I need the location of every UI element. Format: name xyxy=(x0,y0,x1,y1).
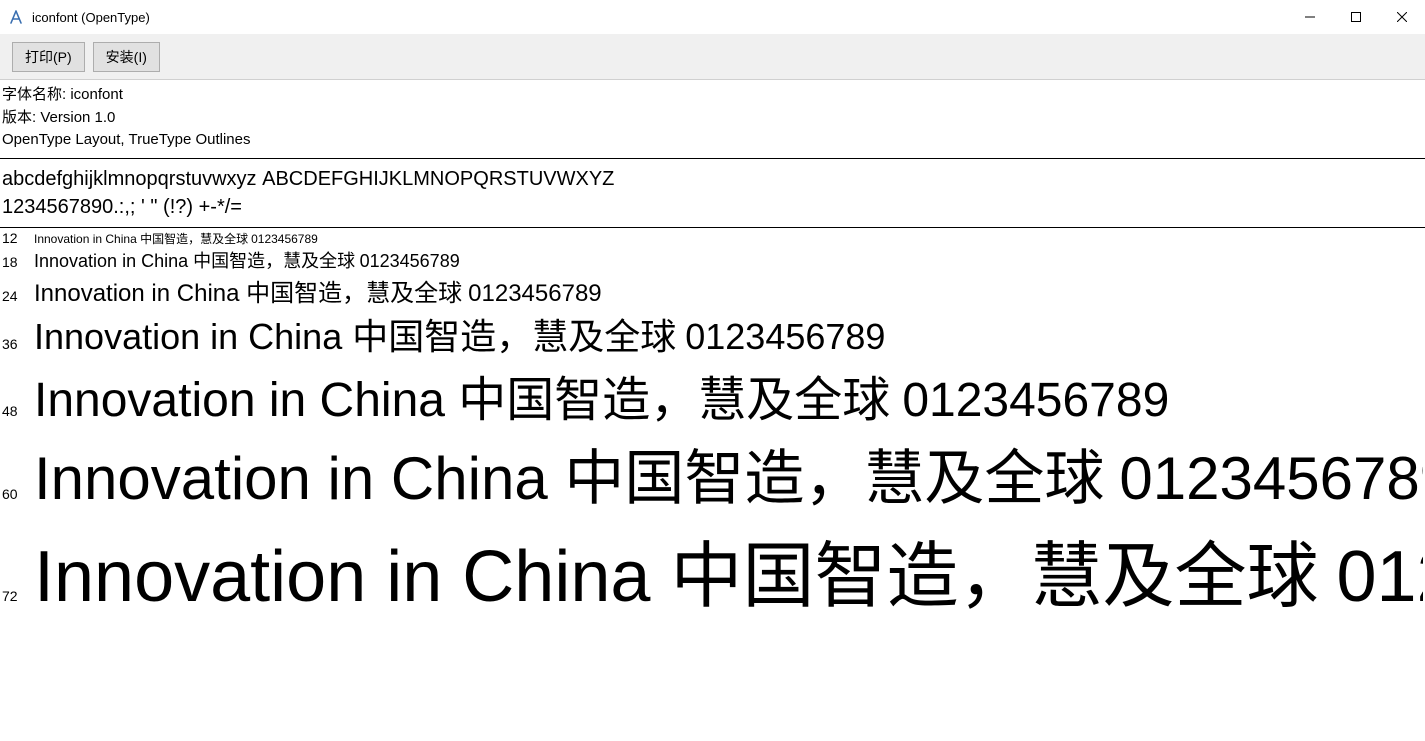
sample-cjk: 中国智造，慧及全球 xyxy=(564,446,1119,512)
sample-cjk: 中国智造，慧及全球 xyxy=(193,251,360,271)
charset-digits-symbols: 1234567890.:,; ' " (!?) +-*/= xyxy=(2,196,242,218)
sample-size-label: 72 xyxy=(2,588,34,604)
charset-uppercase: ABCDEFGHIJKLMNOPQRSTUVWXYZ xyxy=(262,168,614,190)
sample-digits: 0123456789 xyxy=(1119,445,1423,512)
sample-latin: Innovation in China xyxy=(34,374,458,427)
sample-latin: Innovation in China xyxy=(34,537,670,617)
sample-digits: 0123456789 xyxy=(902,374,1169,427)
font-name-label: 字体名称: xyxy=(2,86,66,103)
sample-cjk: 中国智造，慧及全球 xyxy=(246,281,468,307)
toolbar: 打印(P) 安装(I) xyxy=(0,34,1425,80)
sample-row: 60Innovation in China 中国智造，慧及全球 01234567… xyxy=(2,430,1423,517)
sample-text: Innovation in China 中国智造，慧及全球 0123456789 xyxy=(34,430,1423,517)
sample-digits: 0123456789 xyxy=(360,251,460,271)
sample-digits: 0123456789 xyxy=(685,316,885,357)
font-info: 字体名称: iconfont 版本: Version 1.0 OpenType … xyxy=(0,80,1425,159)
sample-row: 12Innovation in China 中国智造，慧及全球 01234567… xyxy=(2,230,1423,247)
sample-text: Innovation in China 中国智造，慧及全球 0123456789 xyxy=(34,308,885,360)
sample-size-label: 18 xyxy=(2,254,34,270)
sample-digits: 0123456789 xyxy=(468,280,601,307)
charset-alpha-row: abcdefghijklmnopqrstuvwxyz ABCDEFGHIJKLM… xyxy=(2,165,1423,193)
sample-latin: Innovation in China xyxy=(34,445,564,512)
sample-size-label: 36 xyxy=(2,336,34,352)
sample-cjk: 中国智造，慧及全球 xyxy=(140,232,251,246)
font-layout-row: OpenType Layout, TrueType Outlines xyxy=(2,129,1423,152)
sample-latin: Innovation in China xyxy=(34,251,193,271)
sample-text: Innovation in China 中国智造，慧及全球 0123456789 xyxy=(34,273,602,308)
sample-row: 72Innovation in China 中国智造，慧及全球 01234567… xyxy=(2,517,1423,622)
minimize-button[interactable] xyxy=(1287,0,1333,34)
font-name-value: iconfont xyxy=(70,86,123,103)
sample-cjk: 中国智造，慧及全球 xyxy=(670,537,1336,617)
close-button[interactable] xyxy=(1379,0,1425,34)
sample-row: 36Innovation in China 中国智造，慧及全球 01234567… xyxy=(2,308,1423,360)
sample-digits: 0123456789 xyxy=(251,232,318,246)
sample-size-label: 12 xyxy=(2,230,34,246)
sample-row: 48Innovation in China 中国智造，慧及全球 01234567… xyxy=(2,360,1423,430)
sample-digits: 0123456789 xyxy=(1336,537,1423,617)
sample-size-label: 48 xyxy=(2,403,34,419)
sample-text: Innovation in China 中国智造，慧及全球 0123456789 xyxy=(34,230,318,247)
window-controls xyxy=(1287,0,1425,34)
install-button[interactable]: 安装(I) xyxy=(93,42,160,72)
font-name-row: 字体名称: iconfont xyxy=(2,84,1423,107)
sample-text: Innovation in China 中国智造，慧及全球 0123456789 xyxy=(34,247,460,273)
font-version-label: 版本: xyxy=(2,109,36,126)
font-app-icon xyxy=(8,9,24,25)
maximize-button[interactable] xyxy=(1333,0,1379,34)
sample-sizes: 12Innovation in China 中国智造，慧及全球 01234567… xyxy=(0,228,1425,741)
sample-row: 18Innovation in China 中国智造，慧及全球 01234567… xyxy=(2,247,1423,273)
sample-latin: Innovation in China xyxy=(34,316,352,357)
titlebar: iconfont (OpenType) xyxy=(0,0,1425,34)
sample-size-label: 24 xyxy=(2,288,34,304)
sample-size-label: 60 xyxy=(2,486,34,502)
sample-latin: Innovation in China xyxy=(34,232,140,246)
print-button[interactable]: 打印(P) xyxy=(12,42,85,72)
sample-latin: Innovation in China xyxy=(34,280,246,307)
character-set: abcdefghijklmnopqrstuvwxyz ABCDEFGHIJKLM… xyxy=(0,159,1425,228)
font-version-row: 版本: Version 1.0 xyxy=(2,107,1423,130)
sample-cjk: 中国智造，慧及全球 xyxy=(352,317,685,357)
sample-cjk: 中国智造，慧及全球 xyxy=(458,374,902,427)
window-title: iconfont (OpenType) xyxy=(32,10,1287,25)
sample-row: 24Innovation in China 中国智造，慧及全球 01234567… xyxy=(2,273,1423,308)
sample-text: Innovation in China 中国智造，慧及全球 0123456789 xyxy=(34,517,1423,622)
charset-lowercase: abcdefghijklmnopqrstuvwxyz xyxy=(2,168,257,190)
charset-digits-row: 1234567890.:,; ' " (!?) +-*/= xyxy=(2,193,1423,221)
sample-text: Innovation in China 中国智造，慧及全球 0123456789 xyxy=(34,360,1169,430)
font-version-value: Version 1.0 xyxy=(40,109,115,126)
